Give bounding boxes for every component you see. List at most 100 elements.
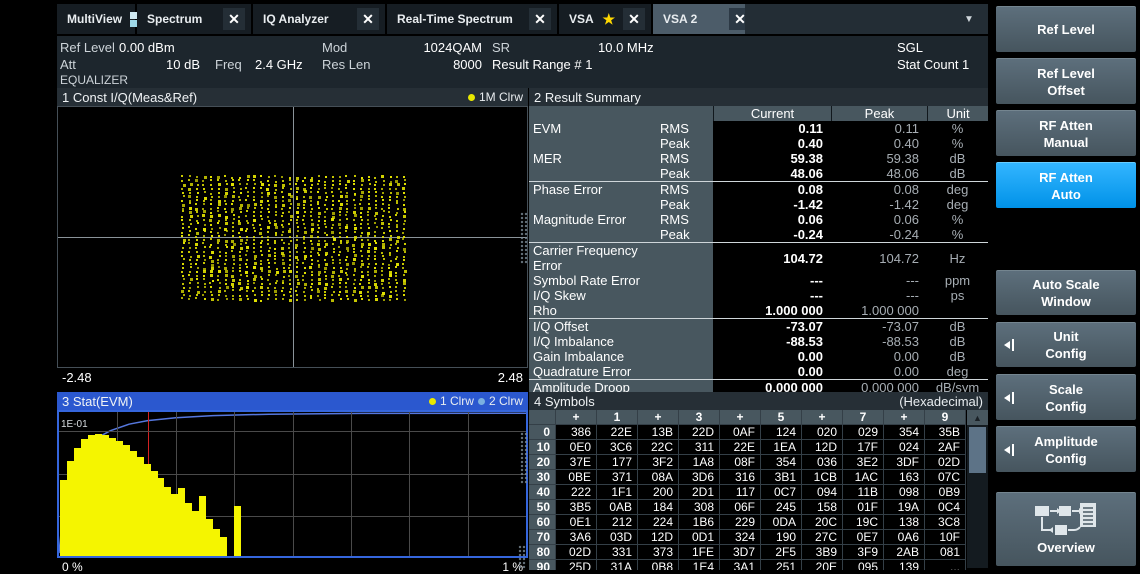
softkey-rf-atten-manual[interactable]: RF AttenManual [996,110,1136,156]
summary-unit: % [927,136,988,151]
scrollbar-thumb[interactable] [969,427,986,473]
tab-label: Real-Time Spectrum [397,12,521,26]
softkey-scale-config[interactable]: ScaleConfig [996,374,1136,420]
tab-overflow-dropdown[interactable]: ▼ [956,9,982,29]
favorite-star-icon: ★ [602,11,615,28]
symbol-value-cell: 098 [884,485,925,500]
summary-current-value: 0.08 [713,182,831,197]
summary-panel-titlebar[interactable]: 2 Result Summary [529,88,988,106]
summary-param-sub: RMS [660,151,713,166]
summary-current-value: 1.000 000 [713,303,831,318]
mod-value[interactable]: 1024QAM [395,40,482,55]
summary-unit: dB [927,349,988,364]
symbol-value-cell: 3B1 [761,470,802,485]
summary-param-name: Magnitude Error [529,212,660,227]
summary-unit: deg [927,197,988,212]
tab-close-icon[interactable]: ✕ [223,8,245,30]
tab-spectrum[interactable]: Spectrum✕ [137,4,251,34]
tab-real-time-spectrum[interactable]: Real-Time Spectrum ✕ [387,4,557,34]
tab-label: VSA 2 [663,12,721,26]
submenu-left-arrow-icon [1004,444,1014,456]
summary-peak-value: 59.38 [831,151,927,166]
splitter-handle[interactable] [518,545,526,570]
softkey-unit-config[interactable]: UnitConfig [996,322,1136,367]
symbols-scrollbar[interactable]: ▲ [967,410,988,568]
softkey-ref-level-offset[interactable]: Ref LevelOffset [996,58,1136,104]
grid-line [468,412,469,556]
summary-current-value: -73.07 [713,319,831,334]
summary-peak-value: 0.06 [831,212,927,227]
softkey-overview[interactable]: Overview [996,492,1136,566]
symbols-header-row: +1+3+5+7+9 [529,410,966,425]
symbol-value-cell: 06F [720,500,761,515]
mod-label: Mod [322,40,347,55]
symbol-value-cell: 20E [802,560,843,570]
symbol-value-cell: 22C [638,440,679,455]
tab-close-icon[interactable]: ✕ [623,8,645,30]
summary-unit: dB [927,319,988,334]
summary-current-value: 0.00 [713,349,831,364]
stat-legend2-label: 2 Clrw [489,394,523,408]
tab-vsa-2[interactable]: VSA 2✕ [653,4,757,34]
symbol-value-cell: 1FE [679,545,720,560]
summary-unit: % [927,212,988,227]
const-axis-max: 2.48 [498,370,523,388]
symbol-value-cell: 3DF [884,455,925,470]
symbol-value-cell: 1E4 [679,560,720,570]
symbol-value-cell: 158 [802,500,843,515]
softkey-auto-scale-window[interactable]: Auto ScaleWindow [996,270,1136,315]
symbol-value-cell: 22D [679,425,720,440]
res-len-value[interactable]: 8000 [430,57,482,72]
tab-vsa[interactable]: VSA★✕ [559,4,651,34]
tab-close-icon[interactable]: ✕ [357,8,379,30]
symbol-value-cell: 22E [597,425,638,440]
symbol-value-cell: 139 [884,560,925,570]
summary-row: I/Q Skew------ps [529,288,988,303]
submenu-left-arrow-icon [1004,392,1014,404]
sr-value[interactable]: 10.0 MHz [598,40,654,55]
symbols-col-header: 9 [925,410,966,425]
symbol-value-cell: 3A6 [556,530,597,545]
const-panel-titlebar[interactable]: 1 Const I/Q(Meas&Ref) 1M Clrw [57,88,528,106]
symbol-value-cell: 094 [802,485,843,500]
symbol-value-cell: 184 [638,500,679,515]
tab-multiview[interactable]: MultiView [57,4,135,34]
att-value[interactable]: 10 dB [150,57,200,72]
evm-axis-labels: 0 % 1 % [57,558,528,570]
stat-panel-titlebar[interactable]: 3 Stat(EVM) 1 Clrw 2 Clrw [57,392,528,410]
splitter-handle[interactable] [520,212,528,264]
summary-peak-value: -73.07 [831,319,927,334]
softkey-label: Offset [1047,82,1085,99]
symbols-panel-titlebar[interactable]: 4 Symbols (Hexadecimal) [529,392,988,410]
symbol-value-cell: 222 [556,485,597,500]
scroll-up-icon[interactable]: ▲ [967,410,988,425]
symbol-value-cell: 2F5 [761,545,802,560]
symbol-value-cell: 31A [597,560,638,570]
summary-row: Peak-0.24-0.24% [529,227,988,243]
symbol-value-cell: 17F [843,440,884,455]
symbols-row: 300BE37108A3D63163B11CB1AC16307C [529,470,966,485]
overview-flow-icon [1034,503,1098,539]
splitter-handle[interactable] [520,432,528,484]
summary-param-sub: Peak [660,197,713,212]
tab-close-icon[interactable]: ✕ [529,8,551,30]
symbol-value-cell: 386 [556,425,597,440]
summary-param-name [529,136,660,151]
tab-iq-analyzer[interactable]: IQ Analyzer✕ [253,4,385,34]
result-range[interactable]: Result Range # 1 [492,57,592,72]
symbols-row: 8002D3313731FE3D72F53B93F92AB081 [529,545,966,560]
evm-histogram-plot[interactable]: 1E-01 95%: 0.19 % [57,410,528,558]
softkey-amplitude-config[interactable]: AmplitudeConfig [996,426,1136,472]
softkey-ref-level[interactable]: Ref Level [996,6,1136,52]
summary-param-name: Quadrature Error [529,364,660,379]
summary-header-spacer [529,106,713,121]
ref-level-value[interactable]: 0.00 dBm [119,40,175,55]
constellation-plot[interactable] [57,106,528,368]
freq-value[interactable]: 2.4 GHz [255,57,303,72]
softkey-label: Amplitude [1034,433,1098,450]
symbol-value-cell: 3A1 [720,560,761,570]
summary-param-sub: RMS [660,121,713,136]
histogram-bar [88,435,95,556]
stat-legend1-label: 1 Clrw [440,394,474,408]
softkey-rf-atten-auto[interactable]: RF AttenAuto [996,162,1136,208]
